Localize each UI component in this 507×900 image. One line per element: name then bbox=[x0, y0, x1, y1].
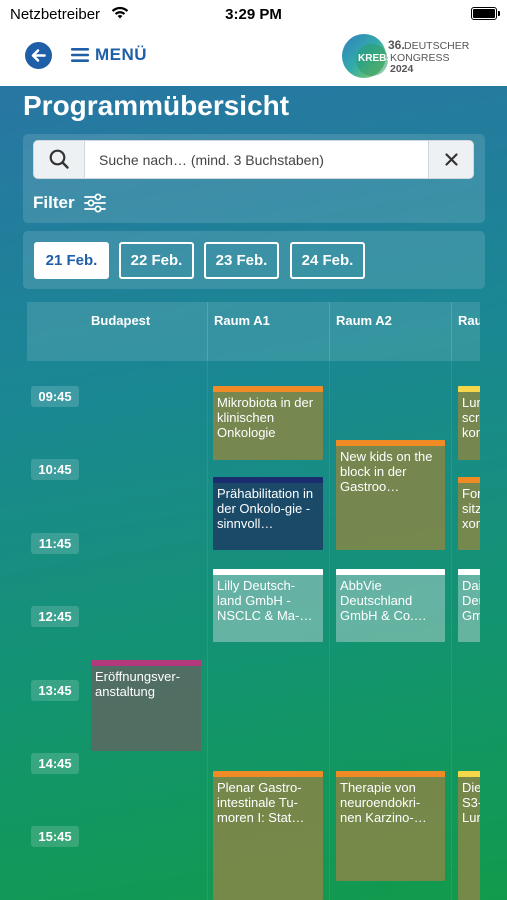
clock: 3:29 PM bbox=[225, 6, 282, 23]
status-bar: Netzbetreiber 3:29 PM bbox=[0, 0, 507, 28]
schedule-header: Budapest Raum A1 Raum A2 Rau bbox=[27, 302, 480, 361]
nav-bar: MENÜ 36. DEUTSCHER KREBS KONGRESS 2024 bbox=[0, 28, 507, 86]
menu-button[interactable]: MENÜ bbox=[71, 45, 147, 65]
event-card[interactable]: Lilly Deutsch-land GmbH - NSCLC & Ma-… bbox=[213, 569, 323, 642]
search-panel: Filter bbox=[23, 134, 485, 223]
close-icon bbox=[445, 153, 458, 166]
page-title: Programmübersicht bbox=[23, 90, 290, 121]
logo-line2a: KREBS bbox=[358, 53, 393, 64]
column-divider bbox=[329, 361, 330, 900]
search-button[interactable] bbox=[34, 141, 85, 178]
column-divider bbox=[451, 361, 452, 900]
room-header-budapest: Budapest bbox=[91, 313, 151, 328]
main-content: Programmübersicht Filter bbox=[0, 86, 507, 900]
time-label: 14:45 bbox=[31, 753, 79, 774]
schedule-grid[interactable]: Budapest Raum A1 Raum A2 Rau 09:45 10:45… bbox=[27, 302, 480, 900]
time-label: 11:45 bbox=[31, 533, 79, 554]
event-card[interactable]: Eröffnungsver-anstaltung bbox=[91, 660, 201, 751]
room-header-a1: Raum A1 bbox=[207, 302, 329, 361]
room-header-a2: Raum A2 bbox=[329, 302, 451, 361]
clear-search-button[interactable] bbox=[428, 141, 473, 178]
event-card[interactable]: New kids on the block in der Gastroo… bbox=[336, 440, 445, 550]
date-tab-1[interactable]: 21 Feb. bbox=[34, 242, 109, 279]
event-card[interactable]: Mikrobiota in der klinischen Onkologie bbox=[213, 386, 323, 460]
event-card[interactable]: Lun scre kon bbox=[458, 386, 480, 460]
time-label: 09:45 bbox=[31, 386, 79, 407]
logo-line1: DEUTSCHER bbox=[404, 40, 470, 52]
event-card[interactable]: Prähabilitation in der Onkolo-gie - sinn… bbox=[213, 477, 323, 550]
event-card[interactable]: Therapie von neuroendokri-nen Karzino-… bbox=[336, 771, 445, 881]
date-tab-3[interactable]: 23 Feb. bbox=[204, 242, 279, 279]
filter-label: Filter bbox=[33, 193, 75, 212]
search-input[interactable] bbox=[86, 141, 429, 178]
back-button[interactable] bbox=[25, 42, 52, 69]
time-label: 13:45 bbox=[31, 680, 79, 701]
date-selector: 21 Feb. 22 Feb. 23 Feb. 24 Feb. bbox=[23, 231, 485, 289]
room-header-partial: Rau bbox=[451, 302, 480, 361]
event-card[interactable]: Die S3- Lun bbox=[458, 771, 480, 900]
menu-label: MENÜ bbox=[95, 45, 148, 64]
battery-icon bbox=[471, 7, 500, 20]
sliders-icon bbox=[83, 193, 106, 213]
search-bar bbox=[33, 140, 474, 179]
date-tab-2[interactable]: 22 Feb. bbox=[119, 242, 194, 279]
event-card[interactable]: AbbVie Deutschland GmbH & Co.… bbox=[336, 569, 445, 642]
search-icon bbox=[49, 149, 69, 169]
column-divider bbox=[207, 361, 208, 900]
event-card[interactable]: For sitz xon bbox=[458, 477, 480, 550]
event-card[interactable]: Dai Deu Gm bbox=[458, 569, 480, 642]
date-tab-4[interactable]: 24 Feb. bbox=[290, 242, 365, 279]
time-label: 10:45 bbox=[31, 459, 79, 480]
arrow-left-icon bbox=[31, 49, 46, 62]
logo-number: 36. bbox=[388, 38, 405, 52]
hamburger-icon bbox=[71, 48, 89, 62]
time-label: 15:45 bbox=[31, 826, 79, 847]
event-card[interactable]: Plenar Gastro-intestinale Tu-moren I: St… bbox=[213, 771, 323, 900]
filter-button[interactable]: Filter bbox=[33, 193, 106, 213]
time-label: 12:45 bbox=[31, 606, 79, 627]
logo-year: 2024 bbox=[390, 63, 414, 75]
congress-logo: 36. DEUTSCHER KREBS KONGRESS 2024 bbox=[342, 34, 470, 78]
